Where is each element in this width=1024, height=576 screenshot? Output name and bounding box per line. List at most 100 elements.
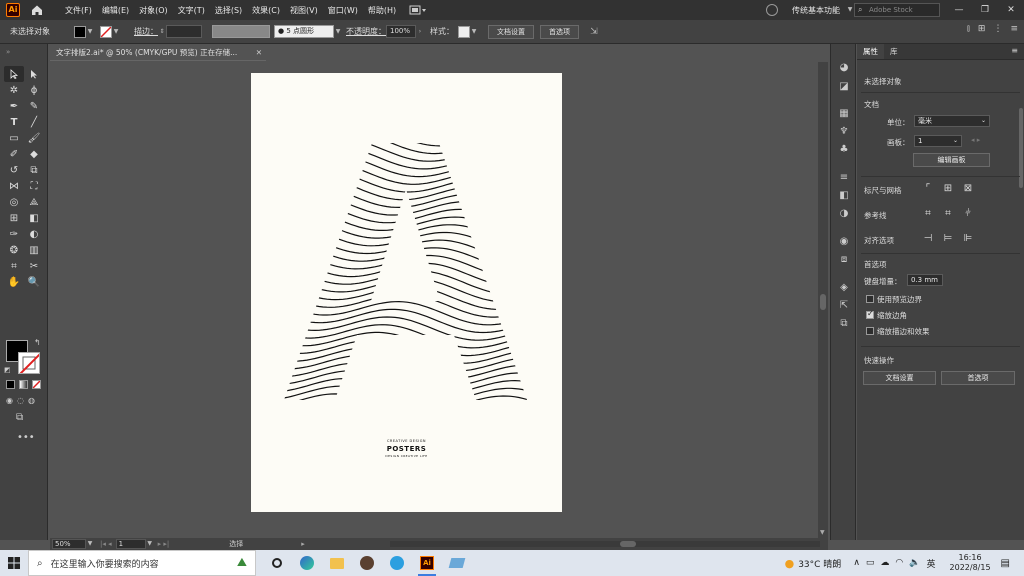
edge-app-button[interactable] bbox=[292, 550, 322, 576]
type-tool-icon[interactable]: T bbox=[4, 114, 24, 130]
use-preview-bounds-checkbox[interactable] bbox=[866, 295, 874, 303]
menu-help[interactable]: 帮助(H) bbox=[363, 5, 401, 16]
direct-selection-tool-icon[interactable] bbox=[24, 66, 44, 82]
status-menu-icon[interactable]: ▸ bbox=[301, 540, 305, 548]
draw-inside-icon[interactable]: ◍ bbox=[28, 396, 35, 405]
document-tab[interactable]: 文字排版2.ai* @ 50% (CMYK/GPU 预览) 正在存储... ✕ bbox=[50, 45, 266, 61]
links-panel-icon[interactable]: ⧉ bbox=[838, 318, 850, 330]
pen-tool-icon[interactable]: ✒ bbox=[4, 98, 24, 114]
gradient-mode-icon[interactable] bbox=[19, 380, 28, 389]
paintbrush-tool-icon[interactable]: 🖌 bbox=[24, 130, 44, 146]
chevron-down-icon[interactable]: ▼ bbox=[334, 26, 342, 38]
width-tool-icon[interactable]: ⋈ bbox=[4, 178, 24, 194]
align-icon[interactable]: ⫾ bbox=[967, 24, 970, 34]
column-graph-tool-icon[interactable]: ▥ bbox=[24, 242, 44, 258]
swatches-panel-icon[interactable]: ▦ bbox=[838, 108, 850, 120]
color-mode-icon[interactable] bbox=[6, 380, 15, 389]
notification-icon[interactable]: ▤ bbox=[1001, 558, 1010, 569]
minimize-button[interactable]: — bbox=[946, 0, 972, 20]
zoom-level-input[interactable]: 50% bbox=[52, 539, 86, 549]
draw-behind-icon[interactable]: ◌ bbox=[17, 396, 24, 405]
symbols-panel-icon[interactable]: ♣ bbox=[838, 144, 850, 156]
zoom-tool-icon[interactable]: 🔍 bbox=[24, 274, 44, 290]
chevron-right-icon[interactable]: › bbox=[416, 26, 424, 38]
eraser-tool-icon[interactable]: ◆ bbox=[24, 146, 44, 162]
none-mode-icon[interactable] bbox=[32, 380, 41, 389]
stroke-panel-icon[interactable]: ≡ bbox=[838, 172, 850, 184]
snap-to-pixel-icon[interactable]: ⊫ bbox=[961, 232, 975, 246]
menu-effect[interactable]: 效果(C) bbox=[247, 5, 285, 16]
transform-icon[interactable]: ⇲ bbox=[587, 26, 601, 38]
input-method-indicator[interactable]: 英 bbox=[927, 557, 936, 570]
chevron-down-icon[interactable]: ▼ bbox=[112, 26, 120, 38]
scale-strokes-checkbox[interactable] bbox=[866, 327, 874, 335]
artboard[interactable]: CREATIVE DESIGN POSTERS DESIGN CREATIVE … bbox=[251, 73, 562, 512]
menu-view[interactable]: 视图(V) bbox=[285, 5, 323, 16]
menu-object[interactable]: 对象(O) bbox=[134, 5, 173, 16]
network-tray-icon[interactable]: ▭ bbox=[866, 558, 875, 568]
distribute-icon[interactable]: ⋮ bbox=[993, 24, 1002, 34]
brushes-panel-icon[interactable]: ♆ bbox=[838, 126, 850, 138]
stroke-weight-input[interactable] bbox=[166, 25, 202, 38]
graphic-styles-icon[interactable]: ⧈ bbox=[838, 254, 850, 266]
file-explorer-button[interactable] bbox=[322, 550, 352, 576]
stroke-color-box[interactable] bbox=[18, 352, 40, 374]
brush-definition[interactable]: ● 5 点圆形 bbox=[274, 25, 334, 38]
shaper-tool-icon[interactable]: ✐ bbox=[4, 146, 24, 162]
maximize-button[interactable]: ❐ bbox=[972, 0, 998, 20]
scroll-down-icon[interactable]: ▼ bbox=[820, 529, 825, 536]
panel-menu-icon[interactable]: ≡ bbox=[1011, 46, 1018, 55]
avatar-app-button[interactable] bbox=[352, 550, 382, 576]
rotate-tool-icon[interactable]: ↺ bbox=[4, 162, 24, 178]
task-view-button[interactable] bbox=[262, 550, 292, 576]
symbol-sprayer-tool-icon[interactable]: ❂ bbox=[4, 242, 24, 258]
show-guides-icon[interactable]: ⌗ bbox=[921, 207, 935, 221]
opacity-label[interactable]: 不透明度： bbox=[346, 26, 386, 37]
gradient-tool-icon[interactable]: ◧ bbox=[24, 210, 44, 226]
stroke-label[interactable]: 描边： bbox=[134, 26, 158, 37]
document-setup-button[interactable]: 文档设置 bbox=[488, 24, 534, 39]
menu-window[interactable]: 窗口(W) bbox=[323, 5, 363, 16]
chevron-down-icon[interactable]: ▼ bbox=[86, 538, 94, 550]
rectangle-tool-icon[interactable]: ▭ bbox=[4, 130, 24, 146]
transparency-panel-icon[interactable]: ◑ bbox=[838, 208, 850, 220]
stock-search-input[interactable]: Adobe Stock bbox=[854, 3, 940, 17]
workspace-switcher[interactable]: 传统基本功能 bbox=[792, 5, 840, 16]
next-artboard-icon[interactable]: ▸ ▸| bbox=[158, 540, 170, 548]
appearance-panel-icon[interactable]: ◉ bbox=[838, 236, 850, 248]
cloud-tray-icon[interactable]: ☁ bbox=[880, 558, 889, 568]
magic-wand-tool-icon[interactable]: ✲ bbox=[4, 82, 24, 98]
scale-corners-checkbox[interactable] bbox=[866, 309, 874, 319]
swap-fill-stroke-icon[interactable]: ↰ bbox=[34, 338, 41, 347]
chevron-down-icon[interactable]: ▼ bbox=[86, 26, 94, 38]
edit-toolbar-icon[interactable]: ••• bbox=[17, 432, 35, 443]
color-panel-icon[interactable]: ◕ bbox=[838, 62, 850, 74]
grid-icon[interactable]: ⊞ bbox=[978, 24, 986, 34]
weather-text[interactable]: 33°C 晴朗 bbox=[798, 557, 841, 570]
units-select[interactable]: 毫米 ⌄ bbox=[914, 115, 990, 127]
snap-to-grid-icon[interactable]: ⊨ bbox=[941, 232, 955, 246]
tools-panel-grip[interactable]: » bbox=[6, 48, 10, 56]
panel-menu-icon[interactable]: ≡ bbox=[1010, 24, 1018, 34]
stepper-icon[interactable]: ⇕ bbox=[158, 26, 166, 38]
snap-to-point-icon[interactable]: ⊣ bbox=[921, 232, 935, 246]
canvas-vertical-scrollbar[interactable]: ▼ bbox=[818, 62, 828, 538]
free-transform-tool-icon[interactable]: ⛶ bbox=[24, 178, 44, 194]
vertical-scroll-thumb[interactable] bbox=[820, 294, 826, 310]
volume-icon[interactable]: 🔈 bbox=[909, 558, 920, 568]
layers-panel-icon[interactable]: ◈ bbox=[838, 282, 850, 294]
edit-artboards-button[interactable]: 编辑画板 bbox=[913, 153, 990, 167]
arrange-documents-icon[interactable] bbox=[409, 4, 427, 16]
hand-tool-icon[interactable]: ✋ bbox=[4, 274, 24, 290]
horizontal-scroll-thumb[interactable] bbox=[620, 541, 636, 547]
graphic-style-swatch[interactable] bbox=[458, 25, 470, 38]
opacity-input[interactable]: 100% bbox=[386, 25, 416, 38]
lasso-tool-icon[interactable]: ϕ bbox=[24, 82, 44, 98]
artboards-panel-icon[interactable]: ⇱ bbox=[838, 300, 850, 312]
sync-status-icon[interactable] bbox=[766, 4, 778, 16]
blend-tool-icon[interactable]: ◐ bbox=[24, 226, 44, 242]
menu-select[interactable]: 选择(S) bbox=[210, 5, 247, 16]
perspective-grid-tool-icon[interactable]: ⟁ bbox=[24, 194, 44, 210]
mesh-tool-icon[interactable]: ⊞ bbox=[4, 210, 24, 226]
curvature-tool-icon[interactable]: ✎ bbox=[24, 98, 44, 114]
